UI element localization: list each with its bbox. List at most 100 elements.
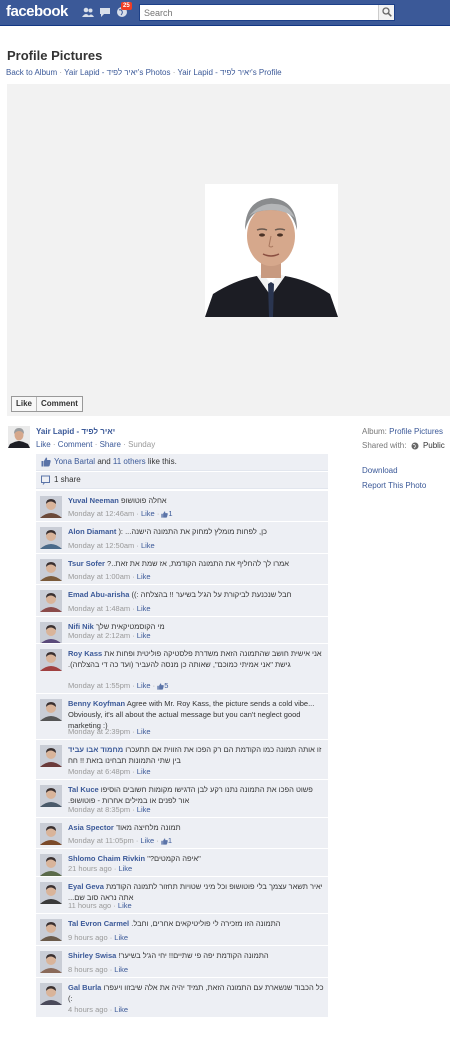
comment-time[interactable]: 8 hours ago [68,965,108,974]
search-icon[interactable] [378,5,394,20]
notification-count-badge: 25 [121,2,132,10]
comment-text: התמונה הזו מזכירה לי פוליטיקאים אחרים, ו… [131,919,281,928]
comment-author-link[interactable]: Tsur Sofer [68,559,105,568]
comment-time[interactable]: Monday at 2:12am [68,631,130,640]
comment-like-link[interactable]: Like [140,836,154,845]
commenter-avatar[interactable] [40,823,62,845]
comment-like-count[interactable]: 5 [164,681,168,690]
owner-share-link[interactable]: Share [100,440,121,449]
comment-like-link[interactable]: Like [137,631,151,640]
commenter-avatar[interactable] [40,527,62,549]
comment-like-link[interactable]: Like [118,864,132,873]
comment-like-link[interactable]: Like [137,767,151,776]
owner-avatar[interactable] [8,426,30,448]
photos-link[interactable]: Yair Lapid - יאיר לפיד's Photos [64,68,170,77]
photo-stage: Like Comment [7,84,450,416]
comment-time[interactable]: Monday at 1:48am [68,604,130,613]
comment-like-count[interactable]: 1 [168,836,172,845]
commenter-avatar[interactable] [40,622,62,644]
commenter-avatar[interactable] [40,496,62,518]
comment-like-link[interactable]: Like [137,681,151,690]
comment-author-link[interactable]: Tal Evron Carmel [68,919,129,928]
commenter-avatar[interactable] [40,919,62,941]
comment-author-link[interactable]: Roy Kass [68,649,102,658]
search-input[interactable] [140,5,376,20]
comment-time[interactable]: Monday at 12:50am [68,541,134,550]
comment-meta: Monday at 6:48pm · Like [68,767,151,776]
comment-time[interactable]: 9 hours ago [68,933,108,942]
comment-like-link[interactable]: Like [114,965,128,974]
comment-author-link[interactable]: Nifi Nik [68,622,94,631]
comment-like-link[interactable]: Like [137,572,151,581]
comment-author-link[interactable]: Benny Koyfman [68,699,125,708]
public-globe-icon[interactable] [411,442,419,450]
likes-suffix: like this. [147,457,177,466]
comment-like-link[interactable]: Like [114,1005,128,1014]
owner-comment-link[interactable]: Comment [58,440,93,449]
comment-like-link[interactable]: Like [141,509,155,518]
download-link[interactable]: Download [362,466,398,475]
comment-like-link[interactable]: Like [137,805,151,814]
owner-name[interactable]: Yair Lapid - יאיר לפיד [36,427,115,436]
comment-time[interactable]: Monday at 2:39pm [68,727,130,736]
comment-like-link[interactable]: Like [118,901,132,910]
comment-button[interactable]: Comment [36,397,82,411]
shared-label: Shared with: [362,441,407,450]
comment-time[interactable]: Monday at 1:55pm [68,681,130,690]
commenter-avatar[interactable] [40,649,62,671]
comment-item: Tsur Sofer אמרו לך להחליף את התמונה הקוד… [36,553,328,584]
commenter-avatar[interactable] [40,854,62,876]
comment-text: פשוט הפכו את התמונה נתנו רקע לבן הדגישו … [68,785,313,805]
commenter-avatar[interactable] [40,699,62,721]
comment-author-link[interactable]: Asia Spector [68,823,114,832]
commenter-avatar[interactable] [40,951,62,973]
comment-like-link[interactable]: Like [114,933,128,942]
search-box [139,4,395,21]
commenter-avatar[interactable] [40,590,62,612]
commenter-avatar[interactable] [40,882,62,904]
comment-item: Tal Kuce פשוט הפכו את התמונה נתנו רקע לב… [36,779,328,817]
friend-requests-icon[interactable] [82,6,94,18]
comment-author-link[interactable]: Shirley Swisa [68,951,116,960]
comment-author-link[interactable]: Tal Kuce [68,785,99,794]
comment-like-link[interactable]: Like [137,604,151,613]
privacy-value[interactable]: Public [423,441,445,450]
comment-author-link[interactable]: Emad Abu-arisha [68,590,129,599]
comment-like-link[interactable]: Like [141,541,155,550]
comment-time[interactable]: Monday at 11:05pm [68,836,134,845]
comment-time[interactable]: 21 hours ago [68,864,112,873]
comment-author-link[interactable]: Shlomo Chaim Rivkin [68,854,145,863]
comment-time[interactable]: 4 hours ago [68,1005,108,1014]
comment-author-link[interactable]: Yuval Neeman [68,496,119,505]
comment-author-link[interactable]: Eyal Geva [68,882,104,891]
report-photo-link[interactable]: Report This Photo [362,481,426,490]
commenter-avatar[interactable] [40,745,62,767]
comment-time[interactable]: Monday at 6:48pm [68,767,130,776]
profile-link[interactable]: Yair Lapid - יאיר לפיד's Profile [177,68,281,77]
comment-item: Shirley Swisa התמונה הקודמת יפה פי שתיים… [36,945,328,977]
thumbs-up-icon[interactable] [161,837,168,845]
comment-author-link[interactable]: מחמוד אבו עביד [68,745,123,754]
comment-like-link[interactable]: Like [137,727,151,736]
commenter-avatar[interactable] [40,983,62,1005]
messages-icon[interactable] [99,6,111,18]
liker-name-link[interactable]: Yona Bartal [54,457,95,466]
profile-photo[interactable] [205,184,338,317]
comment-time[interactable]: 11 hours ago [68,901,111,910]
comment-time[interactable]: Monday at 12:46am [68,509,134,518]
owner-like-link[interactable]: Like [36,440,51,449]
like-button[interactable]: Like [12,397,36,411]
comment-author-link[interactable]: Gal Burla [68,983,101,992]
album-link[interactable]: Profile Pictures [389,427,443,436]
comment-item: Asia Spector תמונה מלחיצה מאוד Monday at … [36,817,328,848]
comment-time[interactable]: Monday at 1:00am [68,572,130,581]
facebook-logo[interactable]: facebook [6,3,68,20]
commenter-avatar[interactable] [40,559,62,581]
comment-author-link[interactable]: Alon Diamant [68,527,116,536]
comment-time[interactable]: Monday at 8:35pm [68,805,130,814]
back-to-album-link[interactable]: Back to Album [6,68,57,77]
likes-others-link[interactable]: 11 others [113,457,146,466]
shares-link[interactable]: 1 share [54,475,81,484]
comment-like-count[interactable]: 1 [168,509,172,518]
commenter-avatar[interactable] [40,785,62,807]
